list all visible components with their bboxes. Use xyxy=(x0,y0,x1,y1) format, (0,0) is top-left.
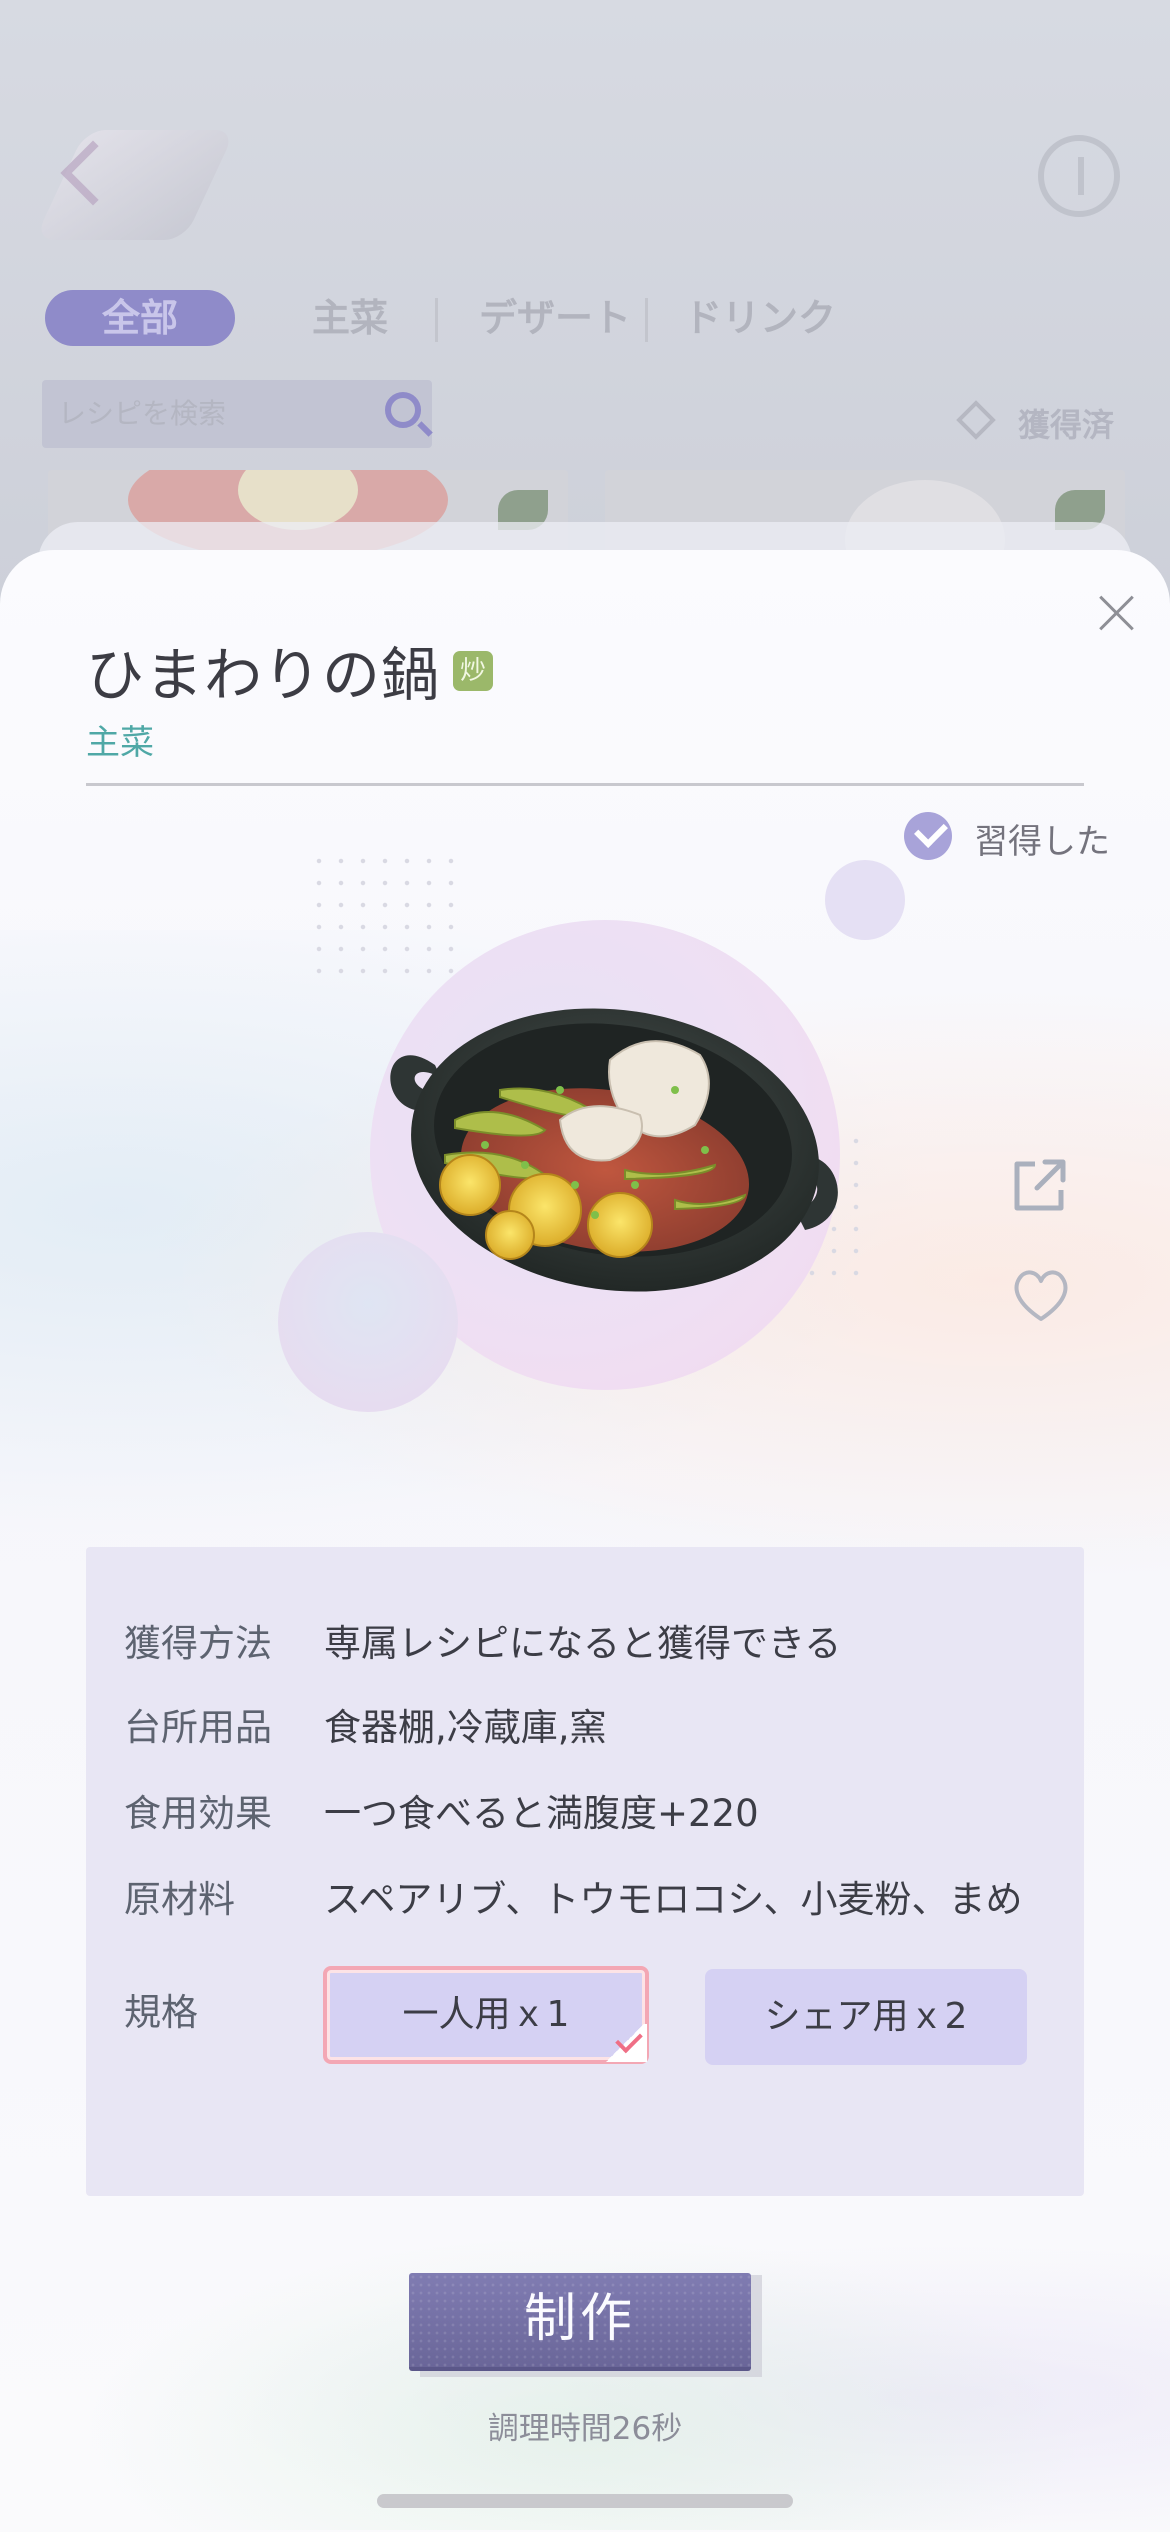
background-app: 全部 主菜 デザート ドリンク レシピを検索 獲得済 xyxy=(0,0,1170,600)
recipe-info-panel: 獲得方法 専属レシピになると獲得できる 台所用品 食器棚,冷蔵庫,窯 食用効果 … xyxy=(86,1547,1084,2196)
info-row-ingredients: 原材料 スペアリブ、トウモロコシ、小麦粉、まめ xyxy=(124,1869,1084,1921)
home-indicator[interactable] xyxy=(377,2494,793,2508)
spec-option-label: 一人用ｘ1 xyxy=(402,1994,570,2035)
search-input[interactable]: レシピを検索 xyxy=(42,380,432,448)
cook-time-label: 調理時間26秒 xyxy=(487,2411,683,2447)
cooking-method-badge: 炒 xyxy=(453,651,493,691)
recipe-title: ひまわりの鍋 xyxy=(86,641,441,709)
sunflower-pot-image xyxy=(390,1008,838,1292)
info-label: 台所用品 xyxy=(124,1706,272,1749)
tab-main[interactable]: 主菜 xyxy=(275,290,425,346)
tab-dessert[interactable]: デザート xyxy=(455,290,655,346)
recipe-category: 主菜 xyxy=(86,723,154,763)
spec-option-share[interactable]: シェア用ｘ2 xyxy=(705,1969,1027,2065)
make-button[interactable]: 制作 xyxy=(409,2273,751,2371)
spec-option-single[interactable]: 一人用ｘ1 xyxy=(323,1966,649,2064)
decor-circle xyxy=(825,860,905,940)
heart-icon[interactable] xyxy=(1009,1265,1073,1325)
close-icon[interactable] xyxy=(1095,590,1139,634)
dish-illustration xyxy=(270,840,950,1420)
title-divider xyxy=(86,783,1084,786)
info-row-kitchenware: 台所用品 食器棚,冷蔵庫,窯 xyxy=(124,1697,1084,1749)
tab-drink[interactable]: ドリンク xyxy=(655,290,865,346)
check-icon xyxy=(603,2024,647,2062)
tab-all[interactable]: 全部 xyxy=(45,290,235,346)
category-tabs: 全部 主菜 デザート ドリンク xyxy=(45,290,1145,350)
info-value: 食器棚,冷蔵庫,窯 xyxy=(324,1706,607,1749)
tab-divider xyxy=(645,298,648,342)
info-value: 専属レシピになると獲得できる xyxy=(324,1622,842,1665)
info-label: 規格 xyxy=(124,1991,198,2034)
learned-label: 習得した xyxy=(974,822,1110,862)
info-icon[interactable] xyxy=(1038,135,1120,217)
info-value: 一つ食べると満腹度+220 xyxy=(324,1792,759,1835)
back-button[interactable] xyxy=(34,130,236,240)
dot-pattern xyxy=(308,850,468,990)
info-value: スペアリブ、トウモロコシ、小麦粉、まめ xyxy=(324,1878,1023,1921)
info-label: 原材料 xyxy=(124,1878,235,1921)
info-label: 獲得方法 xyxy=(124,1622,272,1665)
share-icon[interactable] xyxy=(1009,1154,1069,1214)
tab-divider xyxy=(435,298,438,342)
filter-checkbox-icon[interactable] xyxy=(956,400,996,440)
search-icon[interactable] xyxy=(385,392,421,428)
info-row-effect: 食用効果 一つ食べると満腹度+220 xyxy=(124,1783,1084,1835)
spec-option-label: シェア用ｘ2 xyxy=(764,1996,968,2037)
info-label: 食用効果 xyxy=(124,1792,272,1835)
filter-label: 獲得済 xyxy=(1018,406,1115,444)
app-root: 全部 主菜 デザート ドリンク レシピを検索 獲得済 ひまわりの鍋 炒 主菜 習… xyxy=(0,0,1170,2532)
make-button-label: 制作 xyxy=(523,2289,636,2349)
info-row-acquire: 獲得方法 専属レシピになると獲得できる xyxy=(124,1613,1084,1665)
recipe-detail-sheet: ひまわりの鍋 炒 主菜 習得した 獲得方法 専属レシピになると獲得できる 台所用… xyxy=(0,550,1170,2532)
